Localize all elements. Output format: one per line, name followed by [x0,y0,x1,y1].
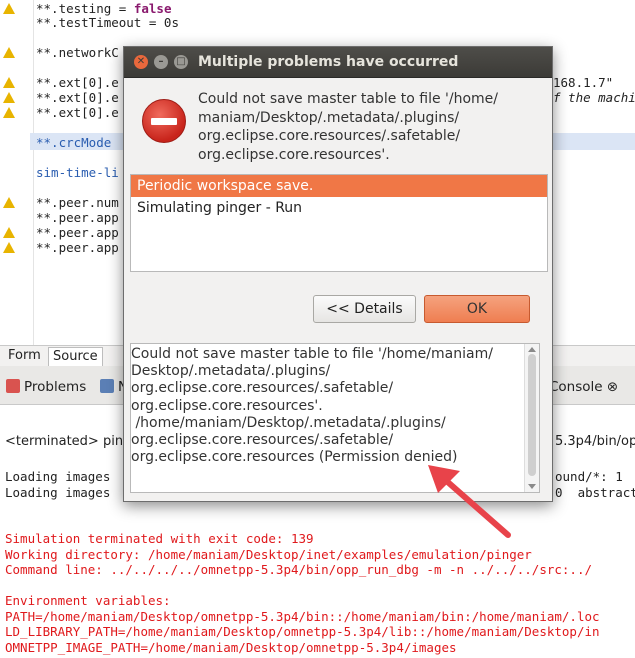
scroll-up-icon[interactable] [528,347,536,352]
scroll-thumb[interactable] [528,354,536,476]
warning-icon [3,107,15,118]
error-dialog: ✕ – □ Multiple problems have occurred Co… [123,46,553,502]
editor-line: **.crcMode [36,135,112,150]
console-error-block: Simulation terminated with exit code: 13… [5,531,635,655]
minimize-icon[interactable]: – [154,55,168,69]
warning-icon [3,3,15,14]
list-item[interactable]: Simulating pinger - Run [131,197,547,219]
warning-icon [3,197,15,208]
ok-button[interactable]: OK [424,295,530,323]
editor-line: **.peer.app [36,210,119,225]
close-icon[interactable]: ⊗ [607,379,618,395]
close-icon[interactable]: ✕ [134,55,148,69]
tab-console[interactable]: Console ⊗ [549,376,618,398]
editor-line: **.testing = false [36,1,172,16]
error-message: Could not save master table to file '/ho… [198,91,499,163]
console-line-right: ound/*: 1 [555,469,623,484]
editor-line: **.testTimeout = 0s [36,15,179,30]
details-scrollbar[interactable] [524,344,539,492]
terminated-path: 5.3p4/bin/op [555,434,635,449]
warning-icon [3,77,15,88]
console-line: Working directory: /home/maniam/Desktop/… [5,546,532,562]
console-line: PATH=/home/maniam/Desktop/omnetpp-5.3p4/… [5,608,600,624]
dialog-titlebar[interactable]: ✕ – □ Multiple problems have occurred [124,47,552,78]
console-line: LD_LIBRARY_PATH=/home/maniam/Desktop/omn… [5,624,600,639]
warning-icon [3,47,15,58]
tab-source[interactable]: Source [48,347,103,366]
console-line: Command line: ../../../../omnetpp-5.3p4/… [5,562,592,577]
string-value: 168.1.7" [553,75,614,90]
details-button[interactable]: << Details [313,295,416,323]
console-line-right: 0 abstract [555,484,635,500]
warning-icon [3,242,15,253]
problems-icon [6,379,20,393]
terminated-label: <terminated> ping [5,434,132,449]
editor-line: **.peer.app [36,240,119,255]
view-icon [100,379,114,393]
editor-line: sim-time-li [36,165,119,180]
list-item[interactable]: Periodic workspace save. [131,175,547,197]
console-line: Simulation terminated with exit code: 13… [5,531,314,546]
console-line: Environment variables: [5,593,171,608]
gutter-divider [33,0,34,345]
dialog-title: Multiple problems have occurred [198,54,459,70]
scroll-down-icon[interactable] [528,484,536,489]
problems-list[interactable]: Periodic workspace save. Simulating ping… [130,174,548,272]
editor-line: **.ext[0].e [36,90,119,105]
console-line: OMNETPP_IMAGE_PATH=/home/maniam/Desktop/… [5,639,457,655]
editor-line: **.peer.app [36,225,119,240]
editor-line: **.networkC [36,45,119,60]
warning-icon [3,92,15,103]
editor-line: **.peer.num [36,195,119,210]
comment-text: f the machi [553,90,635,105]
tab-problems[interactable]: Problems [6,376,86,398]
editor-line: **.ext[0].e [36,105,119,120]
details-text: Could not save master table to file '/ho… [131,346,493,466]
warning-icon [3,227,15,238]
error-icon [142,99,186,143]
tab-form[interactable]: Form [4,347,45,365]
maximize-icon[interactable]: □ [174,55,188,69]
annotation-arrow-icon [428,465,511,538]
editor-line: **.ext[0].e [36,75,119,90]
